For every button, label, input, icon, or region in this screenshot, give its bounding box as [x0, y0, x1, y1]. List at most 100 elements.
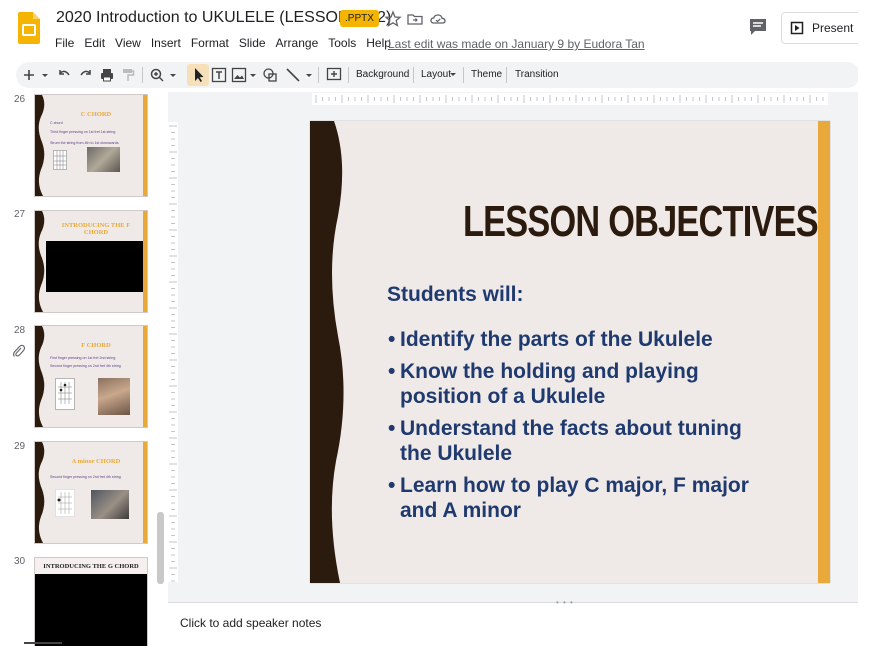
present-icon — [790, 21, 804, 35]
hand-photo — [91, 490, 129, 519]
toolbar-separator — [506, 67, 507, 83]
thumb-title: A minor CHORD — [71, 458, 121, 465]
bullet-item: Identify the parts of the Ukulele — [388, 327, 768, 352]
present-label: Present — [812, 21, 854, 35]
gold-bar — [818, 121, 830, 583]
menu-slide[interactable]: Slide — [239, 36, 266, 50]
bullet-item: Understand the facts about tuning the Uk… — [388, 416, 768, 466]
new-slide-dropdown-icon[interactable] — [40, 66, 50, 84]
bullet-item: Learn how to play C major, F major and A… — [388, 473, 768, 523]
menu-insert[interactable]: Insert — [151, 36, 181, 50]
wave-border — [35, 326, 45, 427]
background-button[interactable]: Background — [356, 69, 409, 80]
slide-subtitle[interactable]: Students will: — [387, 283, 524, 307]
thumb-line: Third finger pressing on 1st fret 1st st… — [50, 130, 116, 134]
notes-divider[interactable] — [168, 602, 858, 603]
thumb-line: Second finger pressing on 2nd fret 4th s… — [50, 475, 121, 479]
undo-icon[interactable] — [56, 66, 72, 84]
slide-thumbnail-29[interactable]: A minor CHORD Second finger pressing on … — [34, 441, 148, 544]
toolbar-separator — [142, 67, 143, 83]
new-slide-icon[interactable] — [22, 66, 36, 84]
filmstrip-indicator — [24, 642, 62, 644]
image-icon[interactable] — [231, 66, 247, 84]
paint-format-icon[interactable] — [121, 66, 135, 84]
menu-file[interactable]: File — [55, 36, 74, 50]
wave-border — [35, 442, 45, 543]
star-icon[interactable] — [384, 10, 402, 28]
slides-logo-icon[interactable] — [18, 12, 40, 44]
thumb-line: Second finger pressing on 2nd fret 4th s… — [50, 364, 121, 368]
line-icon[interactable] — [285, 66, 301, 84]
thumb-line: First finger pressing on 1st fret 2nd st… — [50, 356, 116, 360]
menu-arrange[interactable]: Arrange — [276, 36, 319, 50]
text-box-icon[interactable] — [211, 66, 227, 84]
print-icon[interactable] — [99, 66, 115, 84]
chord-diagram — [53, 150, 67, 170]
slide-thumbnail-26[interactable]: C CHORD C chord Third finger pressing on… — [34, 94, 148, 197]
menu-tools[interactable]: Tools — [328, 36, 356, 50]
transition-button[interactable]: Transition — [515, 69, 559, 80]
menu-edit[interactable]: Edit — [84, 36, 105, 50]
thumb-title: INTRODUCING THE G CHORD — [43, 563, 139, 570]
comment-add-icon[interactable] — [326, 66, 342, 84]
slide-title[interactable]: LESSON OBJECTIVES — [463, 197, 819, 247]
chord-diagram — [55, 489, 75, 517]
line-dropdown-icon[interactable] — [304, 66, 314, 84]
zoom-dropdown-icon[interactable] — [168, 66, 178, 84]
bullet-item: Know the holding and playing position of… — [388, 359, 768, 409]
slide-number: 27 — [14, 209, 26, 220]
slide-filmstrip: 26 C CHORD C chord Third finger pressing… — [0, 92, 168, 646]
wave-border — [35, 95, 45, 196]
cloud-status-icon[interactable] — [429, 10, 447, 28]
gold-bar — [143, 95, 147, 196]
shape-icon[interactable] — [262, 66, 278, 84]
vertical-ruler — [168, 122, 178, 582]
thumb-line: C chord — [50, 121, 63, 125]
slide-thumbnail-27[interactable]: INTRODUCING THE F CHORD — [34, 210, 148, 313]
slide-number: 28 — [14, 325, 26, 336]
slide-thumbnail-30[interactable]: INTRODUCING THE G CHORD — [34, 557, 148, 646]
hand-photo — [87, 147, 120, 172]
redo-icon[interactable] — [78, 66, 94, 84]
hand-photo — [98, 378, 130, 415]
speaker-notes[interactable]: Click to add speaker notes — [180, 616, 321, 630]
thumb-title: C CHORD — [80, 111, 112, 118]
gold-bar — [143, 326, 147, 427]
menu-bar: File Edit View Insert Format Slide Arran… — [55, 36, 401, 50]
layout-button[interactable]: Layout — [421, 69, 451, 80]
layout-dropdown-icon[interactable] — [449, 72, 457, 78]
right-margin — [858, 0, 872, 646]
zoom-icon[interactable] — [149, 66, 165, 84]
thumb-title: F CHORD — [81, 342, 111, 349]
slide-thumbnail-28[interactable]: F CHORD First finger pressing on 1st fre… — [34, 325, 148, 428]
slide-number: 29 — [14, 441, 26, 452]
slide-number: 26 — [14, 94, 26, 105]
notes-resize-handle[interactable]: • • • — [556, 598, 574, 607]
menu-view[interactable]: View — [115, 36, 141, 50]
thumb-title: INTRODUCING THE F CHORD — [61, 222, 131, 236]
slide-number: 30 — [14, 556, 26, 567]
move-to-folder-icon[interactable] — [406, 10, 424, 28]
thumb-line: Strum the string from 4th to 1st downwar… — [50, 141, 119, 145]
image-dropdown-icon[interactable] — [248, 66, 258, 84]
theme-button[interactable]: Theme — [471, 69, 502, 80]
filmstrip-scrollbar[interactable] — [157, 512, 164, 584]
toolbar-separator — [463, 67, 464, 83]
bullet-list[interactable]: Identify the parts of the Ukulele Know t… — [388, 327, 768, 530]
toolbar-separator — [318, 67, 319, 83]
toolbar-separator — [348, 67, 349, 83]
comments-icon[interactable] — [747, 16, 769, 38]
select-icon[interactable] — [191, 66, 205, 84]
present-button[interactable]: Present — [781, 12, 861, 44]
current-slide[interactable]: LESSON OBJECTIVES Students will: Identif… — [310, 121, 830, 583]
horizontal-ruler — [312, 93, 828, 105]
file-type-badge: .PPTX — [340, 10, 379, 27]
last-edit-link[interactable]: Last edit was made on January 9 by Eudor… — [388, 37, 645, 51]
chord-diagram — [55, 378, 75, 410]
gold-bar — [143, 442, 147, 543]
attachment-icon[interactable] — [12, 344, 25, 358]
wave-border — [310, 121, 344, 583]
toolbar-separator — [413, 67, 414, 83]
video-placeholder — [46, 241, 143, 292]
menu-format[interactable]: Format — [191, 36, 229, 50]
